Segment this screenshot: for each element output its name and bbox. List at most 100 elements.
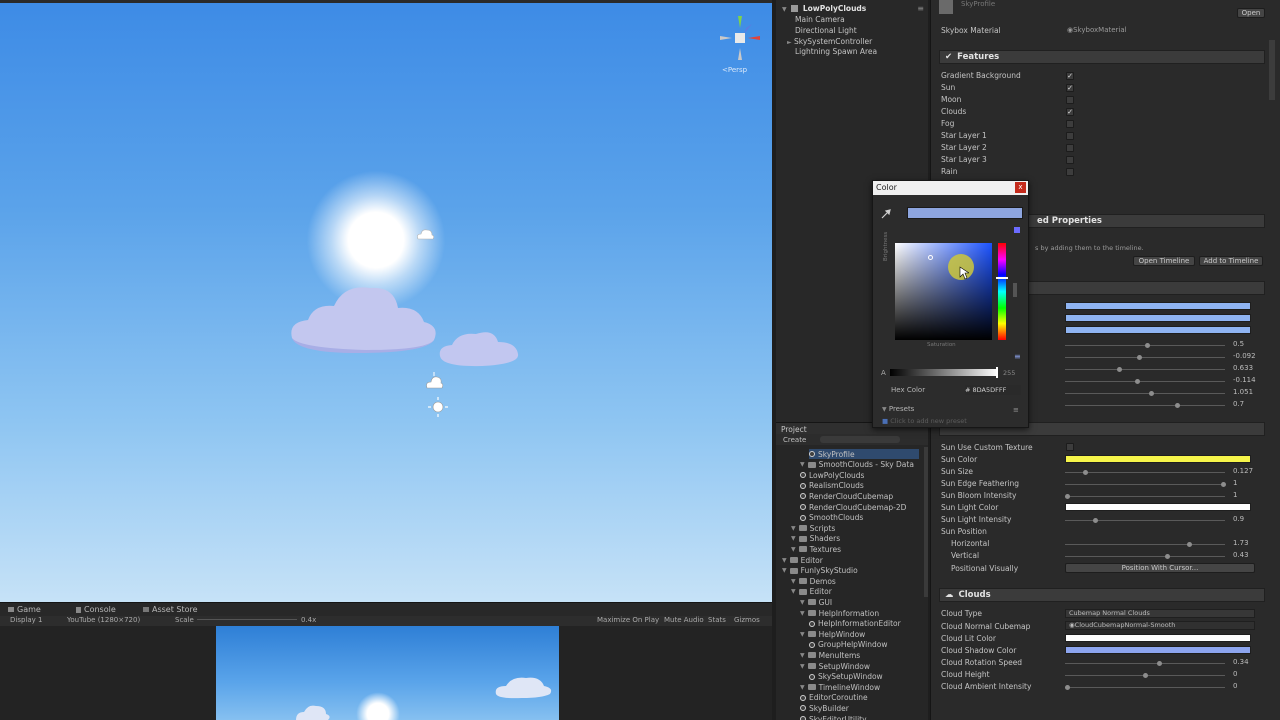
project-folder[interactable]: ▼ Textures — [791, 544, 841, 554]
alpha-slider-handle[interactable] — [996, 367, 998, 378]
project-folder[interactable]: ▼ Editor — [791, 587, 832, 597]
hue-slider[interactable] — [996, 243, 1008, 340]
feature-checkbox[interactable]: ✓ — [1066, 72, 1074, 80]
cloud-lit-color-swatch[interactable] — [1065, 634, 1251, 642]
sun-light-intensity-slider[interactable] — [1065, 518, 1225, 523]
sky-slider-value[interactable]: 0.7 — [1233, 400, 1244, 408]
light-gizmo-icon[interactable] — [428, 397, 448, 417]
expand-arrow-icon[interactable]: ▼ — [782, 567, 787, 574]
slider-knob[interactable] — [1117, 367, 1122, 372]
expand-arrow-icon[interactable]: ▼ — [800, 610, 805, 617]
expand-arrow-icon[interactable]: ▼ — [791, 525, 796, 532]
cloud-rotation-value[interactable]: 0.34 — [1233, 658, 1249, 666]
sun-edge-value[interactable]: 1 — [1233, 479, 1237, 487]
project-asset[interactable]: LowPolyClouds — [800, 470, 864, 480]
hex-color-input[interactable]: # 8DA5DFFF — [965, 385, 1021, 395]
project-asset[interactable]: SkyProfile — [809, 449, 919, 459]
project-asset[interactable]: SkyBuilder — [800, 703, 849, 713]
stats-toggle[interactable]: Stats — [708, 616, 726, 624]
slider-knob[interactable] — [1137, 355, 1142, 360]
slider-knob[interactable] — [1221, 482, 1226, 487]
color-picker-title[interactable]: Color — [873, 181, 1028, 195]
feature-checkbox[interactable] — [1066, 96, 1074, 104]
tab-asset-store[interactable]: Asset Store — [143, 605, 198, 614]
project-asset[interactable]: EditorCoroutine — [800, 693, 868, 703]
orientation-gizmo[interactable] — [718, 14, 762, 64]
sky-slider-value[interactable]: 0.633 — [1233, 364, 1253, 372]
project-asset[interactable]: RealismClouds — [800, 481, 864, 491]
sun-light-color-swatch[interactable] — [1065, 503, 1251, 511]
sky-gradient-middle-swatch[interactable] — [1065, 314, 1251, 322]
project-folder[interactable]: ▼ MenuItems — [800, 650, 860, 660]
feature-checkbox[interactable]: ✓ — [1066, 84, 1074, 92]
slider-knob[interactable] — [1145, 343, 1150, 348]
close-button[interactable]: x — [1015, 182, 1026, 193]
hue-slider-handle[interactable] — [996, 277, 1008, 279]
sky-slider-value[interactable]: -0.092 — [1233, 352, 1256, 360]
maximize-on-play-toggle[interactable]: Maximize On Play — [597, 616, 659, 624]
sky-slider-value[interactable]: -0.114 — [1233, 376, 1256, 384]
project-folder[interactable]: ▼ GUI — [800, 597, 832, 607]
sun-custom-texture-checkbox[interactable] — [1066, 443, 1074, 451]
features-section-header[interactable]: ✔ Features — [939, 50, 1265, 64]
resolution-dropdown[interactable]: YouTube (1280×720) — [67, 616, 140, 624]
alpha-value[interactable]: 255 — [1003, 369, 1015, 377]
slider-knob[interactable] — [1187, 542, 1192, 547]
saturation-brightness-area[interactable] — [895, 243, 992, 340]
hierarchy-item-sky-system[interactable]: ► SkySystemController — [787, 37, 872, 47]
color-selection-marker[interactable] — [928, 255, 933, 260]
project-asset[interactable]: GroupHelpWindow — [809, 640, 888, 650]
hierarchy-item-main-camera[interactable]: Main Camera — [795, 15, 845, 25]
projection-label[interactable]: <Persp — [722, 66, 747, 74]
sky-gradient-top-swatch[interactable] — [1065, 302, 1251, 310]
create-dropdown[interactable]: Create — [783, 436, 806, 444]
mute-audio-toggle[interactable]: Mute Audio — [664, 616, 704, 624]
tab-game[interactable]: Game — [8, 605, 41, 614]
sky-slider[interactable] — [1065, 343, 1225, 348]
add-preset-button[interactable]: ■ Click to add new preset — [882, 417, 967, 425]
cloud-height-value[interactable]: 0 — [1233, 670, 1237, 678]
cloud-rotation-slider[interactable] — [1065, 661, 1225, 666]
project-asset[interactable]: SmoothClouds — [800, 513, 863, 523]
expand-arrow-icon[interactable]: ▼ — [791, 578, 796, 585]
project-folder[interactable]: ▼ Scripts — [791, 523, 835, 533]
hierarchy-item-directional-light[interactable]: Directional Light — [795, 26, 857, 36]
cloud-shadow-color-swatch[interactable] — [1065, 646, 1251, 654]
expand-arrow-icon[interactable]: ▼ — [791, 546, 796, 553]
cloud-height-slider[interactable] — [1065, 673, 1225, 678]
cloud-ambient-value[interactable]: 0 — [1233, 682, 1237, 690]
project-folder[interactable]: ▼ Demos — [791, 576, 836, 586]
sky-gradient-bottom-swatch[interactable] — [1065, 326, 1251, 334]
project-asset[interactable]: RenderCloudCubemap-2D — [800, 502, 906, 512]
sun-horizontal-value[interactable]: 1.73 — [1233, 539, 1249, 547]
alpha-slider[interactable] — [890, 367, 998, 378]
expand-arrow-icon[interactable]: ▼ — [800, 599, 805, 606]
expand-arrow-icon[interactable]: ▼ — [782, 557, 787, 564]
presets-header[interactable]: ▼ Presets — [882, 405, 914, 413]
sky-slider[interactable] — [1065, 355, 1225, 360]
expand-arrow-icon[interactable]: ▼ — [791, 535, 796, 542]
project-search-input[interactable] — [820, 436, 900, 443]
project-asset[interactable]: SkySetupWindow — [809, 672, 883, 682]
color-mode-icon[interactable] — [1014, 227, 1020, 233]
sun-bloom-slider[interactable] — [1065, 494, 1225, 499]
project-folder[interactable]: ▼ SmoothClouds - Sky Data — [800, 460, 914, 470]
sun-edge-slider[interactable] — [1065, 482, 1226, 487]
sun-vertical-slider[interactable] — [1065, 554, 1225, 559]
expand-arrow-icon[interactable]: ▼ — [800, 663, 805, 670]
scale-slider[interactable] — [197, 619, 297, 620]
sun-horizontal-slider[interactable] — [1065, 542, 1225, 547]
expand-arrow-icon[interactable]: ▼ — [800, 461, 805, 468]
feature-checkbox[interactable]: ✓ — [1066, 108, 1074, 116]
project-folder[interactable]: ▼ HelpWindow — [800, 629, 865, 639]
expand-arrow-icon[interactable]: ▼ — [800, 684, 805, 691]
expand-arrow-icon[interactable]: ► — [787, 39, 792, 46]
expand-arrow-icon[interactable]: ▼ — [800, 631, 805, 638]
hierarchy-scene-root[interactable]: ▼ LowPolyClouds — [782, 4, 866, 14]
slider-knob[interactable] — [1065, 685, 1070, 690]
project-folder[interactable]: ▼ TimelineWindow — [800, 682, 880, 692]
sky-slider-value[interactable]: 0.5 — [1233, 340, 1244, 348]
weather-gizmo-icon[interactable] — [423, 370, 445, 394]
sun-vertical-value[interactable]: 0.43 — [1233, 551, 1249, 559]
feature-checkbox[interactable] — [1066, 132, 1074, 140]
